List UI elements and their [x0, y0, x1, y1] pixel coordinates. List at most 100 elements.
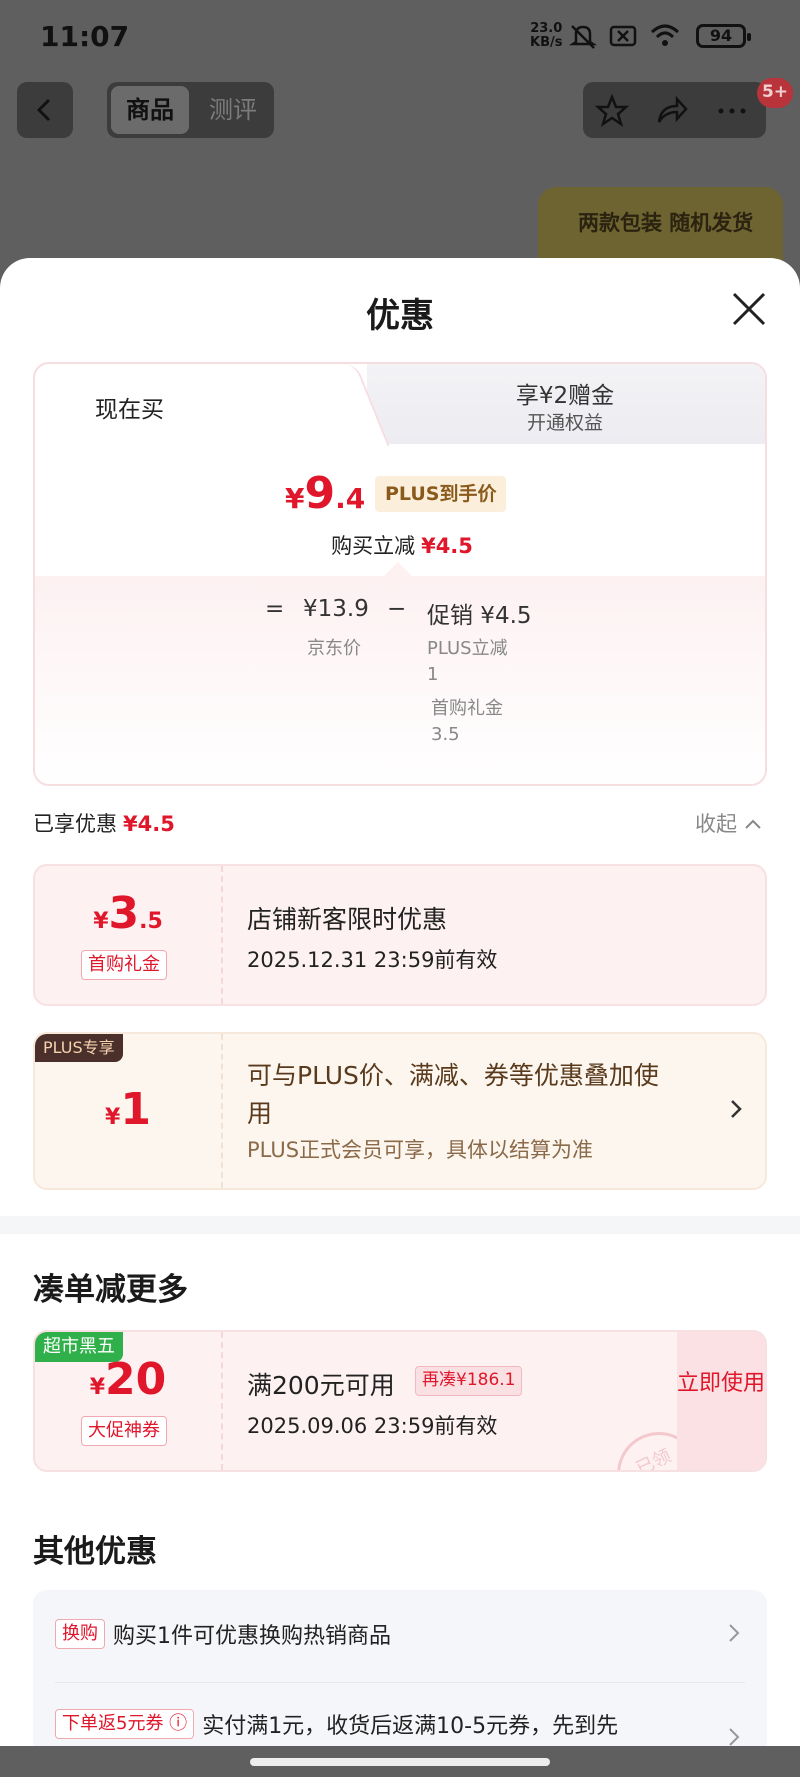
star-icon[interactable]: [595, 94, 629, 128]
chevron-right-icon: [731, 1100, 742, 1118]
coupon-value-area: ¥1: [35, 1034, 221, 1188]
coupon-divider: [221, 1332, 223, 1470]
final-price-currency: ¥: [285, 482, 305, 515]
trade-in-text: 购买1件可优惠换购热销商品: [113, 1624, 391, 1649]
coupon-currency: ¥: [89, 1375, 106, 1400]
final-price: ¥9.4: [285, 468, 365, 519]
coupon-currency: ¥: [93, 909, 109, 934]
jd-price: ¥13.9: [303, 596, 369, 622]
share-icon[interactable]: [655, 94, 689, 128]
chevron-right-icon: [729, 1728, 740, 1746]
price-breakdown-card: 现在买 享¥2赠金 开通权益 ¥9.4 PLUS到手价 购买立减 ¥4.5 = ¥…: [33, 362, 767, 786]
price-tabs: 现在买 享¥2赠金 开通权益: [35, 364, 765, 446]
header-actions: [583, 82, 766, 138]
gesture-bar: [0, 1746, 800, 1777]
list-item-return-coupon[interactable]: 下单返5元券 ⓘ 实付满1元，收货后返满10-5元券，先到先: [55, 1708, 618, 1740]
coupon-divider: [221, 1034, 223, 1188]
cart-badge: 5+: [757, 78, 793, 108]
status-time: 11:07: [40, 20, 130, 53]
coupon-divider: [221, 866, 223, 1004]
tab-bonus-label: 享¥2赠金: [515, 383, 615, 409]
row-divider: [55, 1682, 745, 1683]
coupon-condition: 满200元可用: [247, 1371, 395, 1400]
section-other-title: 其他优惠: [33, 1534, 157, 1570]
coupon-validity: 2025.09.06 23:59前有效: [247, 1414, 498, 1438]
coupon-note: PLUS正式会员可享，具体以结算为准: [247, 1138, 594, 1162]
list-item-trade-in[interactable]: 换购 购买1件可优惠换购热销商品: [55, 1618, 391, 1650]
coupon-int: 20: [105, 1354, 167, 1405]
use-now-button[interactable]: 立即使用: [677, 1332, 765, 1470]
coupon-currency: ¥: [105, 1105, 121, 1130]
coupon-title-line2: 用: [247, 1099, 273, 1128]
formula-equals: =: [265, 596, 285, 622]
back-button[interactable]: [17, 82, 73, 138]
price-formula: = ¥13.9 − 促销 ¥4.5 京东价 PLUS立减 1 首购礼金 3.5: [35, 576, 765, 784]
tab-buy-now[interactable]: [35, 364, 367, 446]
more-icon[interactable]: [715, 94, 749, 128]
sim-off-icon: [609, 25, 637, 47]
tab-buy-now-label: 现在买: [95, 397, 164, 423]
tab-goods[interactable]: 商品: [111, 86, 189, 134]
jd-price-label: 京东价: [307, 638, 361, 659]
coupon-value-area: ¥20 大促神券: [35, 1332, 221, 1470]
coupon-value: ¥1: [35, 1084, 221, 1135]
trade-in-chip: 换购: [55, 1619, 105, 1649]
coupon-title-line1: 可与PLUS价、满减、券等优惠叠加使: [247, 1061, 659, 1090]
enjoyed-value: ¥4.5: [123, 812, 175, 836]
formula-minus: −: [387, 596, 407, 622]
enjoyed-discount: 已享优惠 ¥4.5: [33, 808, 175, 838]
plus-reduce-value: 1: [427, 664, 439, 685]
wifi-icon: [650, 24, 680, 46]
product-header: 商品 测评 5+ 两款包装 随机发货: [0, 72, 800, 267]
buy-reduce-line: 购买立减 ¥4.5: [35, 530, 765, 560]
buy-reduce-value: ¥4.5: [421, 534, 473, 558]
final-price-int: 9: [304, 468, 336, 519]
bell-muted-icon: [568, 25, 598, 49]
close-icon[interactable]: [730, 290, 768, 328]
coupon-promo: 超市黑五 ¥20 大促神券 满200元可用 再凑¥186.1 2025.09.0…: [33, 1330, 767, 1472]
header-tabs: 商品 测评: [107, 82, 274, 138]
plus-price-tag: PLUS到手价: [375, 476, 507, 512]
network-speed: 23.0 KB/s: [530, 22, 562, 50]
coupon-int: 3: [108, 888, 140, 939]
coupon-validity: 2025.12.31 23:59前有效: [247, 948, 498, 972]
return-coupon-chip: 下单返5元券 ⓘ: [55, 1709, 195, 1739]
section-divider: [0, 1216, 800, 1234]
return-coupon-text: 实付满1元，收货后返满10-5元券，先到先: [202, 1714, 619, 1739]
banner-text: 两款包装 随机发货: [578, 211, 754, 235]
coupon-plus[interactable]: PLUS专享 ¥1 可与PLUS价、满减、券等优惠叠加使 用 PLUS正式会员可…: [33, 1032, 767, 1190]
first-gift-value: 3.5: [431, 724, 460, 745]
tab-bonus-sub: 开通权益: [526, 412, 603, 434]
home-indicator[interactable]: [250, 1758, 550, 1766]
coupon-first-gift: ¥3.5 首购礼金 店铺新客限时优惠 2025.12.31 23:59前有效: [33, 864, 767, 1006]
chevron-right-icon: [729, 1624, 740, 1642]
section-more-title: 凑单减更多: [33, 1272, 188, 1308]
add-more-chip: 再凑¥186.1: [415, 1366, 523, 1396]
plus-reduce-label: PLUS立减: [427, 638, 508, 659]
coupon-value-area: ¥3.5 首购礼金: [35, 866, 221, 1004]
first-gift-label: 首购礼金: [431, 698, 503, 719]
coupon-dec: .5: [139, 909, 163, 934]
tab-review[interactable]: 测评: [197, 86, 269, 134]
chevron-left-icon: [36, 98, 51, 122]
sheet-title: 优惠: [366, 296, 434, 336]
coupon-value: ¥20: [35, 1354, 221, 1405]
promo-total: 促销 ¥4.5: [427, 603, 532, 629]
mega-coupon-chip: 大促神券: [81, 1416, 167, 1446]
net-speed-unit: KB/s: [530, 35, 563, 50]
coupon-title: 店铺新客限时优惠: [247, 905, 448, 934]
final-price-dec: .4: [335, 482, 366, 515]
status-bar: 11:07 23.0 KB/s 94: [0, 0, 800, 72]
buy-reduce-label: 购买立减: [331, 534, 416, 558]
first-gift-chip: 首购礼金: [81, 950, 167, 980]
chevron-up-icon: [744, 819, 761, 829]
collapse-label: 收起: [695, 812, 737, 836]
collapse-toggle[interactable]: 收起: [695, 808, 762, 838]
packaging-banner: 两款包装 随机发货: [538, 187, 783, 267]
discount-sheet: 优惠 现在买 享¥2赠金 开通权益 ¥9.4 PLUS到手价 购买立减 ¥4.5 …: [0, 258, 800, 1777]
enjoyed-label: 已享优惠: [33, 812, 117, 836]
battery-indicator: 94: [696, 24, 751, 48]
coupon-value: ¥3.5: [35, 888, 221, 939]
net-speed-value: 23.0: [530, 21, 563, 36]
coupon-int: 1: [120, 1084, 151, 1135]
